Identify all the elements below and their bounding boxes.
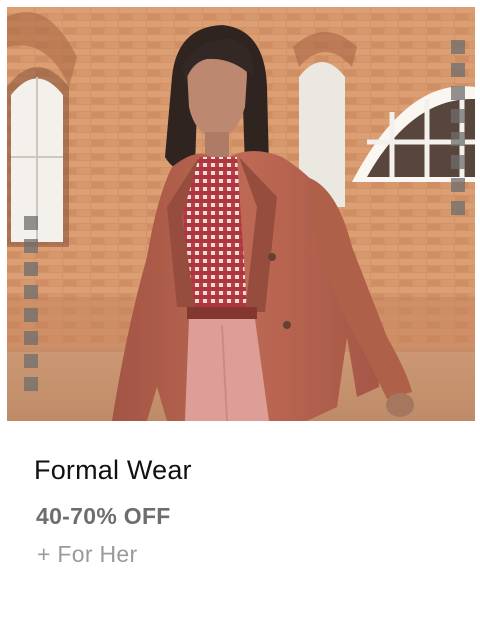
discount-label: 40-70% OFF [36, 503, 171, 529]
product-category-card[interactable]: Formal Wear 40-70% OFF + For Her [0, 0, 480, 633]
drag-dots-icon [451, 40, 465, 215]
fashion-photo [7, 7, 475, 421]
drag-dots-icon [24, 216, 38, 391]
category-image[interactable] [7, 7, 475, 421]
category-title: Formal Wear [34, 455, 192, 485]
audience-label: + For Her [37, 541, 138, 567]
